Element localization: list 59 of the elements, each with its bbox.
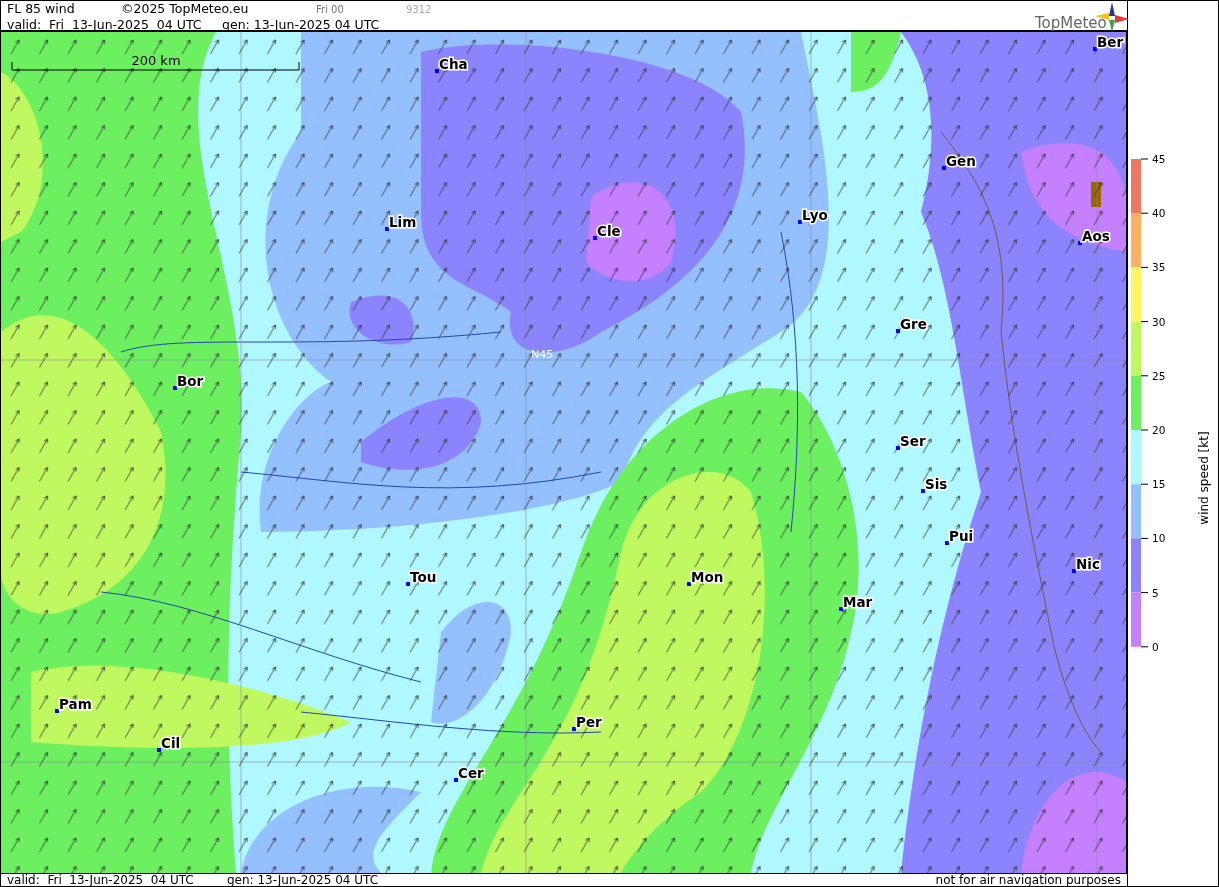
disclaimer-text: not for air navigation purposes: [935, 874, 1121, 886]
city-label: Ber: [1097, 34, 1124, 50]
city-label: Mon: [691, 569, 724, 585]
city-marker: [687, 582, 691, 586]
legend-title: wind speed [kt]: [1197, 431, 1211, 525]
city-marker: [896, 329, 900, 333]
city-marker: [1072, 569, 1076, 573]
scale-tick-label: 40: [1152, 207, 1166, 220]
city-marker: [945, 541, 949, 545]
city-marker: [942, 166, 946, 170]
city-label: Pam: [59, 696, 92, 712]
city-marker: [798, 220, 802, 224]
chart-title: FL 85 wind: [7, 1, 75, 16]
city-label: Cil: [161, 735, 181, 751]
city-marker: [454, 778, 458, 782]
city-label: Cle: [597, 223, 621, 239]
city-label: Gre: [900, 316, 927, 332]
scale-label: 200 km: [131, 53, 181, 68]
city-marker: [1078, 241, 1082, 245]
generated-time: gen: 13-Jun-2025 04 UTC: [227, 874, 379, 886]
city-label: Bor: [177, 373, 204, 389]
scale-tick-label: 45: [1152, 153, 1166, 165]
latitude-label: N45: [531, 348, 554, 361]
scale-tick-label: 5: [1152, 586, 1159, 599]
city-label: Gen: [946, 153, 976, 169]
city-marker: [435, 69, 439, 73]
city-marker: [593, 236, 597, 240]
city-marker: [572, 727, 576, 731]
city-label: Lim: [389, 214, 417, 230]
city-marker: [921, 489, 925, 493]
valid-time: valid: Fri 13-Jun-2025 04 UTC: [7, 17, 202, 32]
scale-tick-label: 20: [1152, 424, 1166, 436]
city-marker: [839, 607, 843, 611]
city-label: Cha: [439, 56, 468, 72]
scale-tick-label: 0: [1152, 640, 1159, 653]
scale-tick-label: 30: [1152, 315, 1166, 328]
city-label: Ser: [900, 433, 926, 449]
city-label: Aos: [1082, 228, 1110, 244]
city-label: Sis: [925, 476, 948, 492]
city-marker: [896, 446, 900, 450]
city-label: Tou: [410, 569, 437, 585]
scale-tick-label: 25: [1152, 369, 1166, 382]
run-label: Fri 00: [316, 3, 344, 17]
city-label: Pui: [949, 528, 974, 544]
city-marker: [173, 386, 177, 390]
valid-time: valid: Fri 13-Jun-2025 04 UTC: [7, 874, 195, 886]
copyright-text: ©2025 TopMeteo.eu: [121, 1, 249, 16]
scale-tick-label: 10: [1152, 532, 1166, 545]
scale-tick-label: 35: [1152, 261, 1166, 274]
city-marker: [55, 709, 59, 713]
chart-code: 9312: [406, 3, 432, 17]
scale-tick-label: 15: [1152, 478, 1166, 491]
city-label: Per: [576, 714, 602, 730]
city-label: Lyo: [802, 207, 828, 223]
city-label: Nic: [1076, 556, 1100, 572]
city-marker: [1093, 47, 1097, 51]
logo-text: TopMeteo: [1035, 16, 1107, 31]
city-marker: [385, 227, 389, 231]
city-marker: [406, 582, 410, 586]
